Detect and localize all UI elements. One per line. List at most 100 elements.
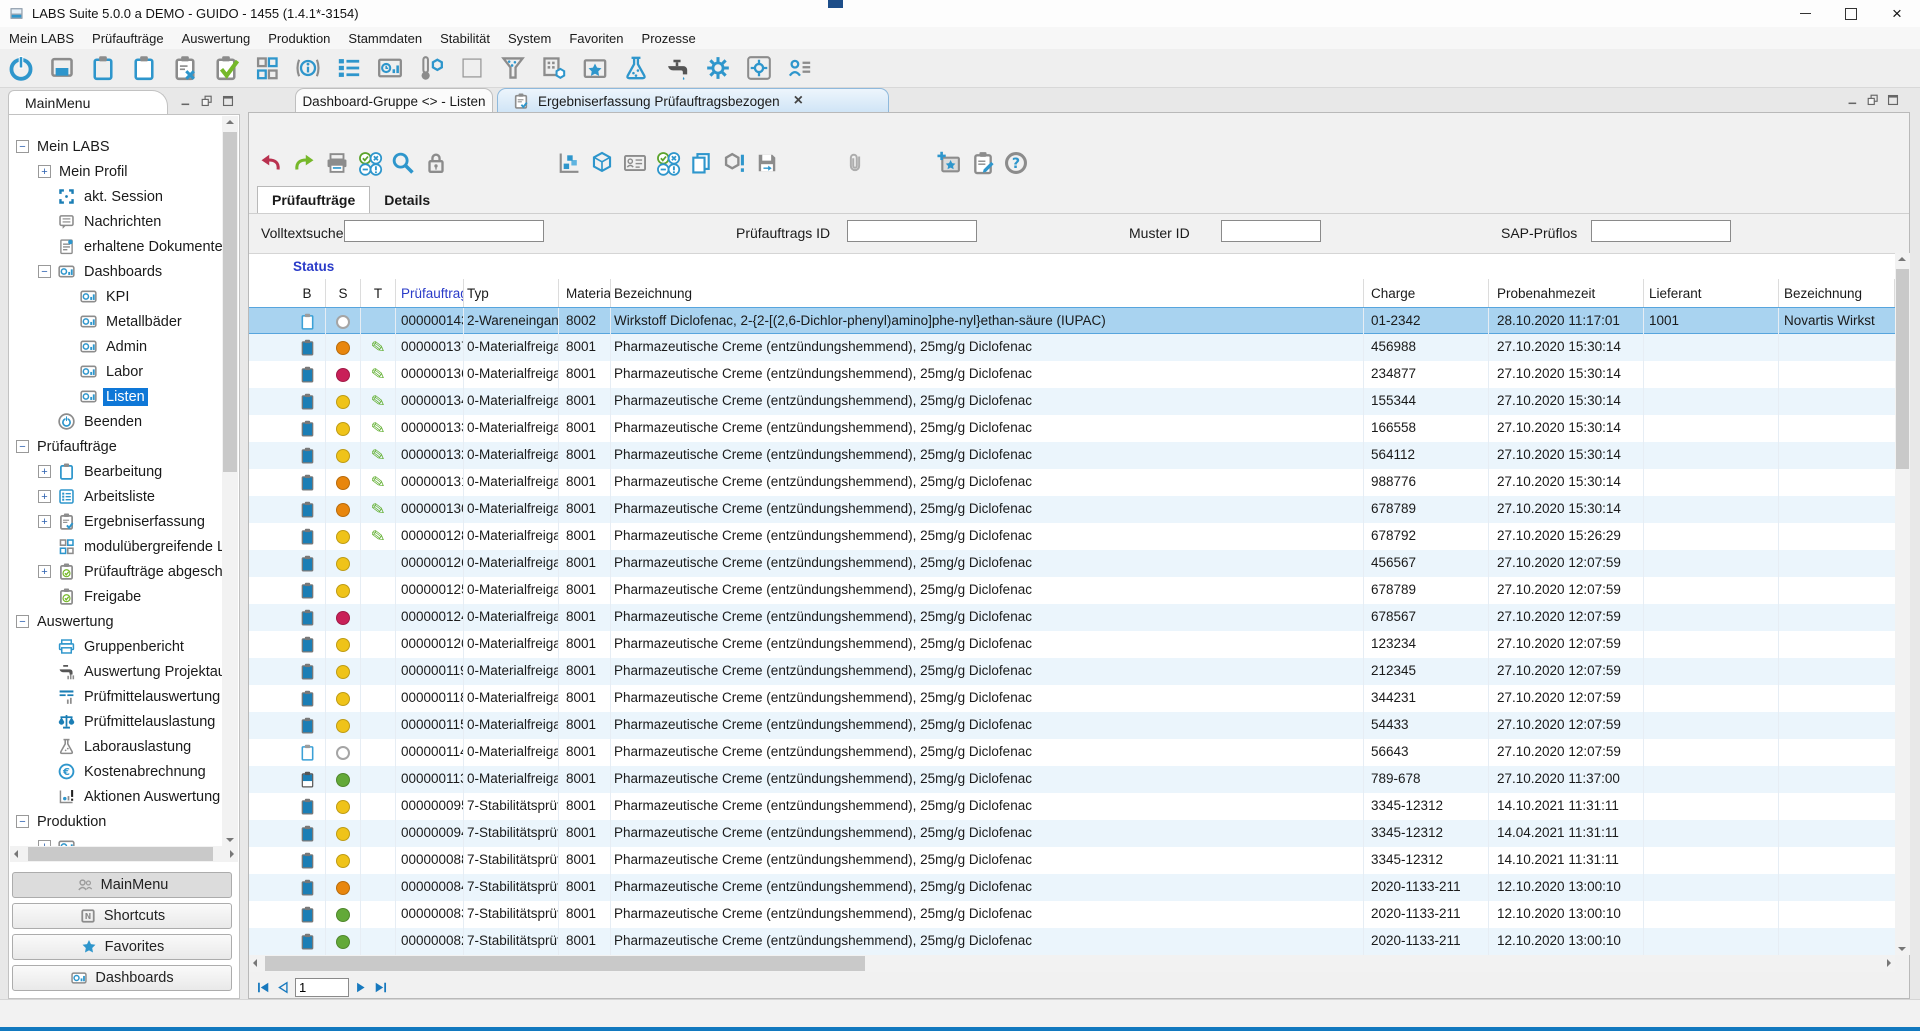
tree-scrollbar-thumb[interactable]: [223, 132, 237, 472]
building-box-icon-button[interactable]: [539, 52, 569, 84]
sidebar-button-shortcuts[interactable]: NShortcuts: [12, 903, 232, 929]
structure-alert-icon-button[interactable]: [720, 148, 748, 178]
tree-item-bearbeitung[interactable]: +Bearbeitung: [10, 459, 222, 484]
tree-item-produktion[interactable]: −Produktion: [10, 809, 222, 834]
inner-tab-details[interactable]: Details: [370, 186, 444, 213]
sidebar-button-dashboards[interactable]: Dashboards: [12, 965, 232, 991]
table-row-000000134[interactable]: ✎0000001340-Materialfreigabe8001Pharmaze…: [249, 388, 1895, 415]
column-header-charge[interactable]: Charge: [1364, 279, 1489, 308]
maximize-icon[interactable]: [220, 93, 236, 109]
tree-vertical-scrollbar[interactable]: [222, 116, 238, 846]
menu-stammdaten[interactable]: Stammdaten: [339, 31, 431, 46]
clipboard-check-icon-button[interactable]: [211, 52, 241, 84]
tree-hscrollbar-thumb[interactable]: [28, 847, 213, 861]
tree-item-kostenabrechnung[interactable]: €Kostenabrechnung: [10, 759, 222, 784]
tree-item-prüfmittelauslastung[interactable]: Prüfmittelauslastung: [10, 709, 222, 734]
print-icon-button[interactable]: [323, 148, 351, 178]
table-row-000000128[interactable]: ✎0000001280-Materialfreigabe8001Pharmaze…: [249, 523, 1895, 550]
tab-dashboard-gruppe-listen[interactable]: Dashboard-Gruppe <> - Listen: [295, 88, 493, 113]
filter-input-muster-id[interactable]: [1221, 220, 1321, 242]
prev-page-icon[interactable]: [275, 979, 292, 996]
cube-icon-button[interactable]: [588, 148, 616, 178]
tree-item-mein-labs[interactable]: −Mein LABS: [10, 134, 222, 159]
list2-icon-button[interactable]: [457, 52, 487, 84]
menu-prüfaufträge[interactable]: Prüfaufträge: [83, 31, 173, 46]
tree-item-metallbäder[interactable]: Metallbäder: [10, 309, 222, 334]
tree-item-ergebniserfassung[interactable]: +Ergebniserfassung: [10, 509, 222, 534]
flask-icon-button[interactable]: [621, 52, 651, 84]
redo-icon-button[interactable]: [290, 148, 318, 178]
column-header-t[interactable]: T: [361, 279, 396, 308]
sidebar-button-mainmenu[interactable]: MainMenu: [12, 872, 232, 898]
table-row-000000113[interactable]: 0000001130-Materialfreigabe8001Pharmazeu…: [249, 766, 1895, 793]
tree-item-kpi[interactable]: KPI: [10, 284, 222, 309]
window-maximize-button[interactable]: [1828, 0, 1874, 27]
tree-item-freigabe[interactable]: Freigabe: [10, 584, 222, 609]
id-card-icon-button[interactable]: [621, 148, 649, 178]
page-number-input[interactable]: [295, 978, 349, 997]
table-row-000000114[interactable]: 0000001140-Materialfreigabe8001Pharmazeu…: [249, 739, 1895, 766]
gear-outline-icon-button[interactable]: [744, 52, 774, 84]
tree-item-labor[interactable]: Labor: [10, 359, 222, 384]
table-row-000000088[interactable]: 0000000887-Stabilitätsprüfung8001Pharmaz…: [249, 847, 1895, 874]
status-set-icon-button[interactable]: [356, 148, 384, 178]
list-icon-button[interactable]: [334, 52, 364, 84]
last-page-icon[interactable]: [372, 979, 389, 996]
menu-favoriten[interactable]: Favoriten: [560, 31, 632, 46]
tree-expander-plus[interactable]: +: [38, 565, 51, 578]
tree-item-dashboards[interactable]: −Dashboards: [10, 259, 222, 284]
filter-input-sap-prüflos[interactable]: [1591, 220, 1731, 242]
tree-item-erhaltene-dokumente[interactable]: erhaltene Dokumente: [10, 234, 222, 259]
tree-item-listen[interactable]: Listen: [10, 384, 222, 409]
tree-horizontal-scrollbar[interactable]: [10, 846, 238, 862]
table-row-000000130[interactable]: ✎0000001300-Materialfreigabe8001Pharmaze…: [249, 496, 1895, 523]
table-row-000000137[interactable]: ✎0000001370-Materialfreigabe8001Pharmaze…: [249, 334, 1895, 361]
column-header-prüfauftrag[interactable]: Prüfauftrag: [396, 279, 464, 308]
column-header-b[interactable]: B: [249, 279, 326, 308]
search-icon-button[interactable]: [389, 148, 417, 178]
tree-expander-plus[interactable]: +: [38, 515, 51, 528]
filter-input-volltextsuche[interactable]: [344, 220, 544, 242]
broadcast-info-icon-button[interactable]: [293, 52, 323, 84]
table-row-000000136[interactable]: ✎0000001360-Materialfreigabe8001Pharmaze…: [249, 361, 1895, 388]
table-row-000000119[interactable]: 0000001190-Materialfreigabe8001Pharmazeu…: [249, 658, 1895, 685]
paperclip-icon-button[interactable]: [841, 148, 869, 178]
tree-item-admin[interactable]: Admin: [10, 334, 222, 359]
tree-item-mein-profil[interactable]: +Mein Profil: [10, 159, 222, 184]
tree-expander-minus[interactable]: −: [16, 615, 29, 628]
lock-icon-button[interactable]: [422, 148, 450, 178]
table-row-000000095[interactable]: 0000000957-Stabilitätsprüfung8001Pharmaz…: [249, 793, 1895, 820]
tree-item-partial[interactable]: +: [10, 834, 222, 846]
tree-expander-plus[interactable]: +: [38, 165, 51, 178]
column-header-probenahmezeit[interactable]: Probenahmezeit: [1489, 279, 1644, 308]
table-row-000000132[interactable]: ✎0000001320-Materialfreigabe8001Pharmaze…: [249, 442, 1895, 469]
table-hscrollbar-thumb[interactable]: [265, 956, 865, 971]
window-close-button[interactable]: ×: [1874, 0, 1920, 27]
save-icon-button[interactable]: [753, 148, 781, 178]
minimize-icon[interactable]: [178, 93, 194, 109]
tree-item-auswertung-projektaufträge[interactable]: Auswertung Projektaufträge: [10, 659, 222, 684]
column-header-bezeichnung-2[interactable]: Bezeichnung: [1779, 279, 1895, 308]
user-list-icon-button[interactable]: [785, 52, 815, 84]
clipboard-icon-button[interactable]: [88, 52, 118, 84]
table-horizontal-scrollbar[interactable]: [249, 955, 1895, 972]
minimize-icon[interactable]: [1845, 92, 1861, 108]
tree-expander-minus[interactable]: −: [16, 815, 29, 828]
workstation-icon-button[interactable]: [47, 52, 77, 84]
table-vertical-scrollbar[interactable]: [1895, 253, 1910, 955]
tree-item-laborauslastung[interactable]: Laborauslastung: [10, 734, 222, 759]
table-row-000000133[interactable]: ✎0000001330-Materialfreigabe8001Pharmaze…: [249, 415, 1895, 442]
tree-item-arbeitsliste[interactable]: +Arbeitsliste: [10, 484, 222, 509]
table-row-000000082[interactable]: 0000000827-Stabilitätsprüfung8001Pharmaz…: [249, 928, 1895, 955]
filter-input-prüfauftrags-id[interactable]: [847, 220, 977, 242]
table-row-000000143[interactable]: 0000001432-Wareneingang8002Wirkstoff Dic…: [249, 307, 1895, 334]
tree-item-auswertung[interactable]: −Auswertung: [10, 609, 222, 634]
menu-system[interactable]: System: [499, 31, 560, 46]
float-icon[interactable]: [199, 93, 215, 109]
column-header-typ[interactable]: Typ: [464, 279, 559, 308]
table-row-000000120[interactable]: 0000001200-Materialfreigabe8001Pharmazeu…: [249, 631, 1895, 658]
funnel-icon-button[interactable]: [498, 52, 528, 84]
table-row-000000124[interactable]: 0000001240-Materialfreigabe8001Pharmazeu…: [249, 604, 1895, 631]
table-row-000000115[interactable]: 0000001150-Materialfreigabe8001Pharmazeu…: [249, 712, 1895, 739]
maximize-icon[interactable]: [1885, 92, 1901, 108]
